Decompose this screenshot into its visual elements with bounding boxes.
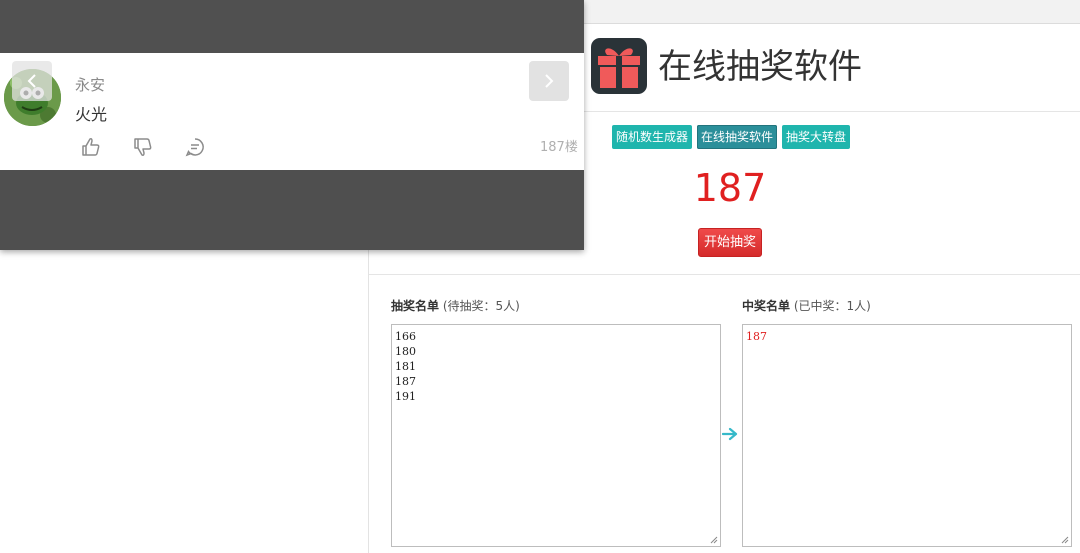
candidates-title: 抽奖名单	[391, 299, 440, 313]
list-item: 181	[395, 360, 416, 373]
comment-username[interactable]: 永安	[75, 75, 105, 95]
resize-grip-icon[interactable]	[710, 536, 718, 544]
winners-textarea[interactable]: 187	[742, 324, 1072, 547]
comment-overlay: 永安 火光 187楼	[0, 0, 584, 250]
candidates-textarea[interactable]: 166 180 181 187 191	[391, 324, 721, 547]
candidates-status: (待抽奖：5人)	[442, 299, 520, 313]
comment-text: 火光	[75, 105, 108, 124]
divider	[369, 274, 1080, 275]
list-item: 180	[395, 345, 416, 358]
tool-nav: 随机数生成器 在线抽奖软件 抽奖大转盘	[612, 125, 851, 149]
reply-icon[interactable]	[184, 136, 206, 158]
list-item: 187	[746, 330, 767, 343]
thumbs-up-icon[interactable]	[80, 136, 102, 158]
winners-title: 中奖名单	[742, 299, 791, 313]
overlay-bottom-area	[0, 170, 584, 250]
chevron-right-icon	[545, 74, 554, 88]
list-item: 166	[395, 330, 416, 343]
resize-grip-icon[interactable]	[1061, 536, 1069, 544]
winners-status: (已中奖：1人)	[793, 299, 871, 313]
arrow-right-icon	[722, 427, 738, 441]
nav-random-number[interactable]: 随机数生成器	[612, 125, 693, 149]
candidates-label: 抽奖名单 (待抽奖：5人)	[391, 297, 520, 315]
gift-logo-icon	[591, 38, 647, 94]
nav-lucky-wheel[interactable]: 抽奖大转盘	[782, 125, 851, 149]
start-draw-button[interactable]: 开始抽奖	[698, 228, 762, 257]
previous-button[interactable]	[12, 61, 52, 101]
winners-label: 中奖名单 (已中奖：1人)	[742, 297, 871, 315]
chevron-left-icon	[27, 74, 36, 88]
comment-card: 永安 火光 187楼	[0, 53, 584, 170]
list-item: 187	[395, 375, 416, 388]
thumbs-down-icon[interactable]	[132, 136, 154, 158]
next-button[interactable]	[529, 61, 569, 101]
floor-number: 187楼	[540, 140, 578, 155]
app-title: 在线抽奖软件	[658, 47, 862, 87]
list-item: 191	[395, 390, 416, 403]
nav-online-lottery[interactable]: 在线抽奖软件	[697, 125, 778, 149]
